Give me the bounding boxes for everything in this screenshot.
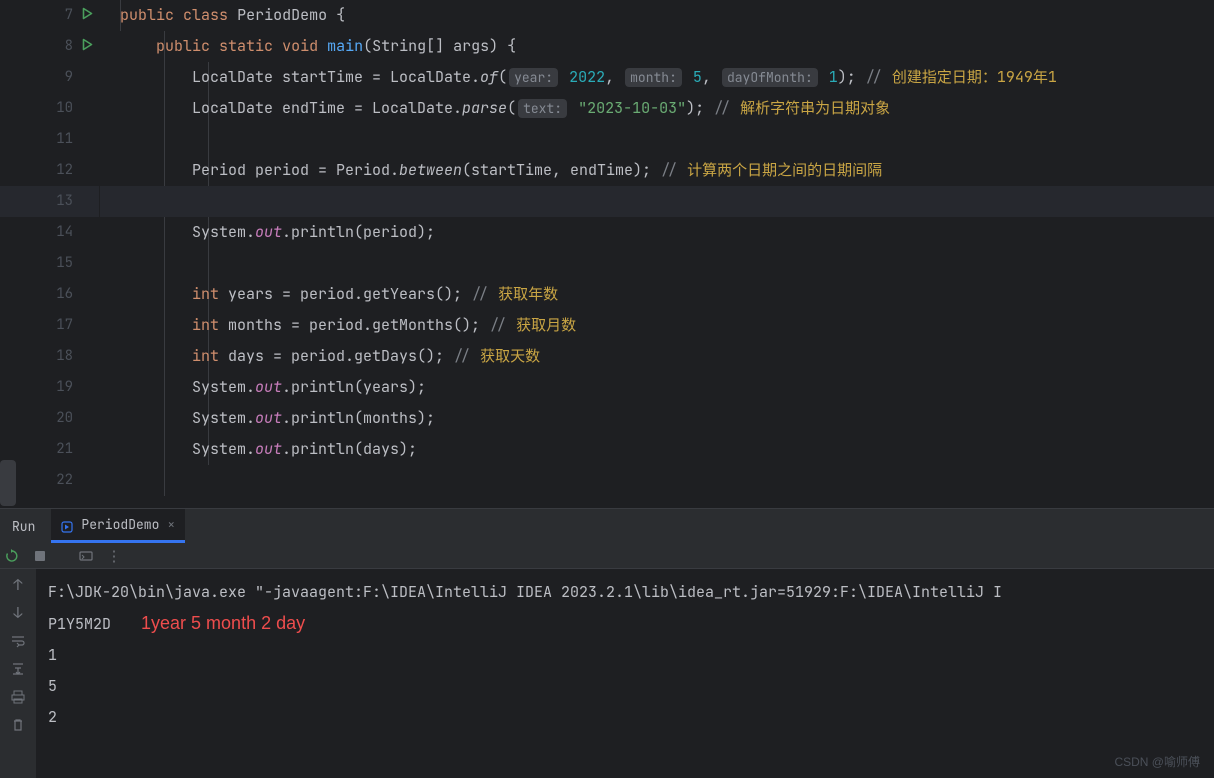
gutter-line-19[interactable]: 19 (0, 372, 99, 403)
code-line-8[interactable]: public static void main(String[] args) { (100, 31, 1214, 62)
softwrap-icon[interactable] (10, 633, 26, 649)
console-output[interactable]: F:\JDK-20\bin\java.exe "-javaagent:F:\ID… (36, 569, 1214, 778)
gutter-line-17[interactable]: 17 (0, 310, 99, 341)
gutter-line-12[interactable]: 12 (0, 155, 99, 186)
console-sidebar: ↑ ↓ (0, 569, 36, 778)
gutter-line-13[interactable]: 13 (0, 186, 99, 217)
hint-month: month: (625, 68, 682, 87)
gutter-line-18[interactable]: 18 (0, 341, 99, 372)
code-line-14[interactable]: System.out.println(period); (100, 217, 1214, 248)
run-gutter-icon[interactable] (82, 31, 93, 62)
console-wrapper: ↑ ↓ F:\JDK-20\bin\java.exe "-javaagent:F… (0, 569, 1214, 778)
up-icon[interactable]: ↑ (10, 577, 26, 593)
gutter-line-10[interactable]: 10 (0, 93, 99, 124)
down-icon[interactable]: ↓ (10, 605, 26, 621)
hint-day: dayOfMonth: (722, 68, 818, 87)
annotation-text: 1year 5 month 2 day (141, 613, 305, 633)
more-icon[interactable]: ⋮ (106, 548, 122, 564)
console-period-output: P1Y5M2D (48, 614, 111, 634)
gutter-line-7[interactable]: 7 (0, 0, 99, 31)
code-line-16[interactable]: int years = period.getYears(); // 获取年数 (100, 279, 1214, 310)
run-tab-icon (61, 518, 75, 532)
stop-icon[interactable] (32, 548, 48, 564)
gutter-line-11[interactable]: 11 (0, 124, 99, 155)
code-line-15[interactable] (100, 248, 1214, 279)
close-icon[interactable]: × (167, 516, 175, 533)
gutter-line-15[interactable]: 15 (0, 248, 99, 279)
console-command: F:\JDK-20\bin\java.exe "-javaagent:F:\ID… (48, 582, 1002, 602)
print-icon[interactable] (10, 689, 26, 705)
hint-text: text: (518, 99, 567, 118)
run-gutter-icon[interactable] (82, 0, 93, 31)
run-panel: Run PeriodDemo × ⋮ ↑ ↓ F:\JDK-20\bin\jav… (0, 508, 1214, 778)
console-months: 5 (48, 676, 57, 696)
code-line-7[interactable]: public class PeriodDemo { (100, 0, 1214, 31)
code-line-18[interactable]: int days = period.getDays(); // 获取天数 (100, 341, 1214, 372)
scroll-end-icon[interactable] (10, 661, 26, 677)
code-line-19[interactable]: System.out.println(years); (100, 372, 1214, 403)
editor-pane: 78910111213141516171819202122 public cla… (0, 0, 1214, 508)
gutter-line-22[interactable]: 22 (0, 465, 99, 496)
run-panel-title: Run (6, 518, 41, 535)
gutter-line-21[interactable]: 21 (0, 434, 99, 465)
code-line-22[interactable] (100, 465, 1214, 496)
gutter-line-16[interactable]: 16 (0, 279, 99, 310)
debug-console-icon[interactable] (78, 548, 94, 564)
run-tab-label: PeriodDemo (81, 516, 159, 533)
code-area[interactable]: public class PeriodDemo { public static … (100, 0, 1214, 508)
trash-icon[interactable] (10, 717, 26, 733)
gutter-line-8[interactable]: 8 (0, 31, 99, 62)
code-line-13[interactable] (100, 186, 1214, 217)
hint-year: year: (509, 68, 558, 87)
watermark: CSDN @喻师傅 (1114, 753, 1200, 770)
gutter-line-20[interactable]: 20 (0, 403, 99, 434)
gutter: 78910111213141516171819202122 (0, 0, 100, 508)
run-tab-perioddemo[interactable]: PeriodDemo × (51, 509, 185, 543)
console-years: 1 (48, 645, 57, 665)
rerun-icon[interactable] (4, 548, 20, 564)
code-line-21[interactable]: System.out.println(days); (100, 434, 1214, 465)
code-line-20[interactable]: System.out.println(months); (100, 403, 1214, 434)
code-line-17[interactable]: int months = period.getMonths(); // 获取月数 (100, 310, 1214, 341)
code-line-10[interactable]: LocalDate endTime = LocalDate.parse(text… (100, 93, 1214, 124)
run-tab-bar: Run PeriodDemo × (0, 509, 1214, 543)
code-line-12[interactable]: Period period = Period.between(startTime… (100, 155, 1214, 186)
run-toolbar: ⋮ (0, 543, 1214, 569)
gutter-line-9[interactable]: 9 (0, 62, 99, 93)
console-days: 2 (48, 707, 57, 727)
code-line-11[interactable] (100, 124, 1214, 155)
code-line-9[interactable]: LocalDate startTime = LocalDate.of(year:… (100, 62, 1214, 93)
gutter-line-14[interactable]: 14 (0, 217, 99, 248)
